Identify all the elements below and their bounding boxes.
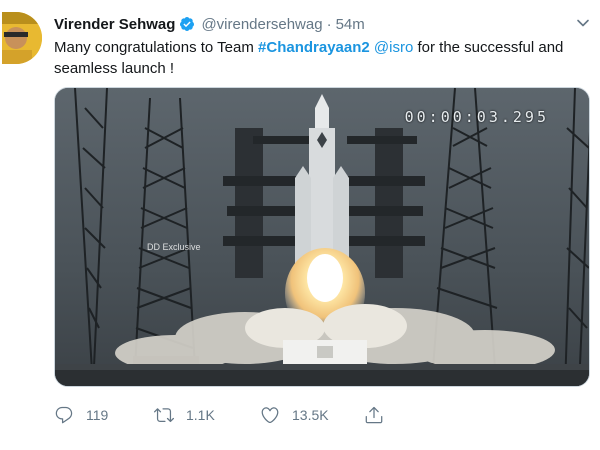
video-timecode: 00:00:03.295	[404, 108, 549, 126]
tweet-text: Many congratulations to Team #Chandrayaa…	[54, 37, 584, 79]
rocket-launch-image	[55, 88, 589, 386]
heart-icon	[261, 407, 279, 424]
tweet-header: Virender Sehwag @virendersehwag · 54m	[54, 14, 365, 34]
chevron-down-icon[interactable]	[576, 16, 590, 30]
tweet-timestamp[interactable]: 54m	[336, 16, 365, 33]
mention-link[interactable]: @isro	[374, 39, 413, 56]
media-watermark: DD Exclusive	[147, 242, 201, 252]
author-handle[interactable]: @virendersehwag	[201, 16, 322, 33]
tweet-media-image[interactable]: 00:00:03.295 DD Exclusive	[54, 87, 590, 387]
share-button[interactable]	[364, 405, 396, 425]
tweet-text-prefix: Many congratulations to Team	[54, 39, 259, 56]
verified-badge-icon	[180, 17, 195, 31]
like-button[interactable]: 13.5K	[260, 405, 364, 425]
reply-icon	[55, 406, 73, 424]
reply-count: 119	[86, 407, 109, 423]
tweet-actions: 119 1.1K 13.5K	[54, 403, 494, 427]
retweet-count: 1.1K	[186, 407, 215, 423]
hashtag-link[interactable]: #Chandrayaan2	[258, 39, 370, 56]
separator-dot: ·	[326, 15, 332, 33]
like-count: 13.5K	[292, 407, 329, 423]
reply-button[interactable]: 119	[54, 405, 154, 425]
retweet-button[interactable]: 1.1K	[154, 405, 260, 425]
author-name[interactable]: Virender Sehwag	[54, 16, 175, 33]
retweet-icon	[154, 408, 174, 423]
avatar[interactable]	[2, 12, 42, 64]
tweet: Virender Sehwag @virendersehwag · 54m Ma…	[0, 0, 600, 450]
share-icon	[365, 406, 383, 424]
